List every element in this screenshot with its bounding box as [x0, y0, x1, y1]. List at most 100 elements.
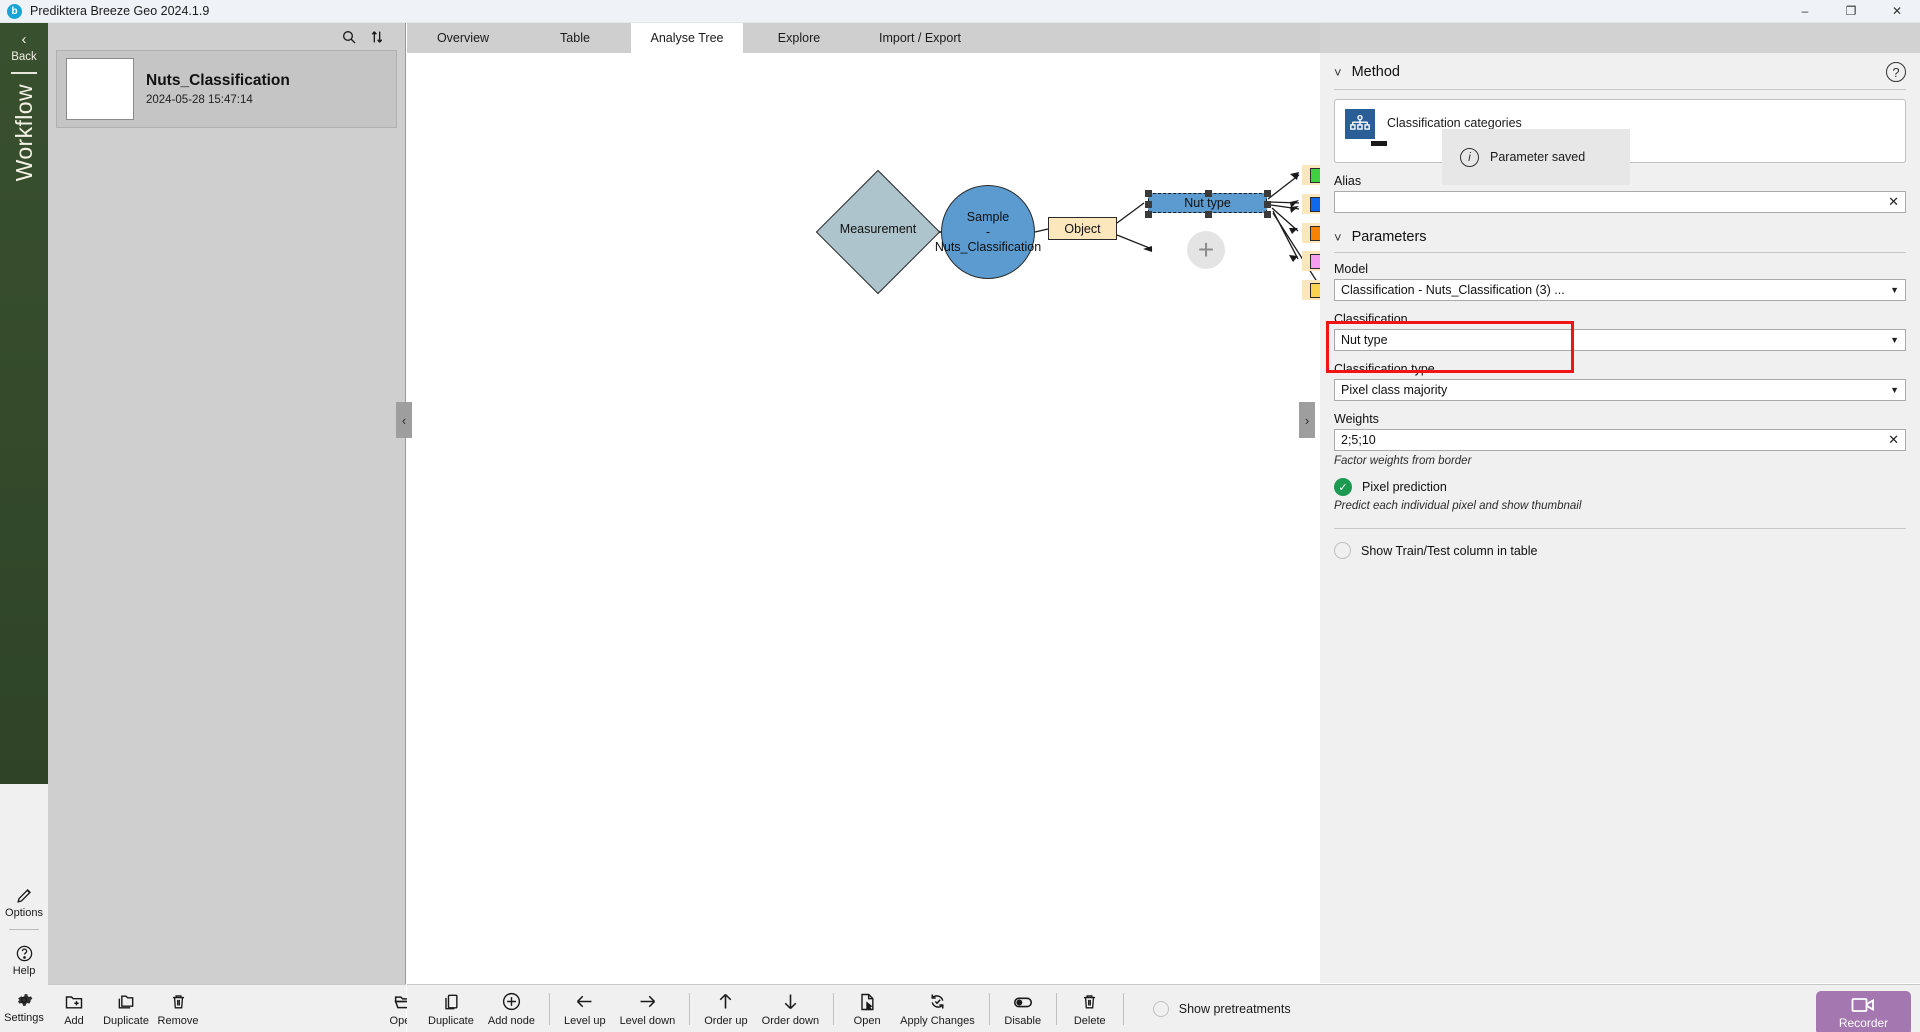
weights-hint: Factor weights from border [1334, 455, 1906, 467]
order-down-button[interactable]: Order down [755, 986, 826, 1032]
node-measurement[interactable]: Measurement [834, 188, 922, 276]
tab-table[interactable]: Table [519, 23, 631, 53]
order-down-label: Order down [762, 1015, 819, 1027]
method-section-header[interactable]: ˅ Method ? [1334, 62, 1906, 82]
clear-icon[interactable]: ✕ [1888, 432, 1899, 448]
class-chip-pecan[interactable]: Pecan [1302, 251, 1320, 271]
show-train-test-checkbox[interactable]: Show Train/Test column in table [1334, 542, 1906, 559]
resize-handle-sw[interactable] [1145, 211, 1152, 218]
workflow-label[interactable]: Workflow [11, 84, 38, 181]
panel-divider [1334, 528, 1906, 529]
delete-label: Delete [1074, 1015, 1106, 1027]
show-pretreatments-toggle[interactable]: Show pretreatments [1153, 1001, 1291, 1017]
classification-select[interactable]: Nut type ▼ [1334, 329, 1906, 351]
order-up-button[interactable]: Order up [697, 986, 754, 1032]
resize-handle-n[interactable] [1205, 190, 1212, 197]
tab-import-export[interactable]: Import / Export [855, 23, 985, 53]
back-chevron-icon: ‹ [21, 32, 26, 48]
tab-analyse-tree[interactable]: Analyse Tree [631, 23, 743, 53]
node-object[interactable]: Object [1048, 217, 1117, 240]
app-logo-icon: b [7, 4, 22, 19]
sample-label-line3: Nuts_Classification [935, 240, 1041, 255]
duplicate-node-label: Duplicate [428, 1015, 474, 1027]
classification-label: Classification [1334, 312, 1906, 326]
parameters-section-header[interactable]: ˅ Parameters [1334, 229, 1906, 245]
add-button[interactable]: Add [48, 986, 100, 1032]
add-label: Add [64, 1015, 84, 1027]
resize-handle-e[interactable] [1264, 201, 1271, 208]
classification-value: Nut type [1341, 333, 1890, 347]
class-color-swatch [1310, 226, 1320, 241]
folder-plus-icon [64, 991, 84, 1013]
title-bar: b Prediktera Breeze Geo 2024.1.9 – ❐ ✕ [0, 0, 1920, 23]
parameters-section-title: Parameters [1352, 229, 1427, 245]
toolbar-separator [549, 993, 550, 1025]
sort-icon[interactable] [369, 29, 385, 45]
add-node-placeholder-1[interactable]: + [1187, 231, 1225, 269]
node-nut-type[interactable]: Nut type [1148, 193, 1267, 213]
radio-off-icon [1153, 1001, 1169, 1017]
class-chip-walnut[interactable]: Walnut [1302, 280, 1320, 300]
tab-explore[interactable]: Explore [743, 23, 855, 53]
pixel-prediction-checkbox[interactable]: ✓ Pixel prediction [1334, 478, 1906, 496]
collapse-right-panel-handle[interactable]: › [1299, 402, 1315, 438]
toolbar-separator [1056, 993, 1057, 1025]
analyse-tree-canvas[interactable]: Measurement Sample - Nuts_Classification… [407, 53, 1320, 983]
rail-item-help[interactable]: Help [0, 942, 48, 977]
class-chip-hazelnut[interactable]: Hazelnut [1302, 223, 1320, 243]
class-chip-almond[interactable]: Almond [1302, 165, 1320, 185]
disable-button[interactable]: Disable [997, 986, 1049, 1032]
duplicate-node-button[interactable]: Duplicate [421, 986, 481, 1032]
back-button[interactable]: ‹ Back [11, 32, 37, 63]
resize-handle-ne[interactable] [1264, 190, 1271, 197]
level-down-button[interactable]: Level down [613, 986, 683, 1032]
delete-button[interactable]: Delete [1064, 986, 1116, 1032]
rail-item-settings[interactable]: Settings [0, 989, 48, 1024]
info-icon: i [1460, 148, 1479, 167]
rail-divider [9, 929, 39, 930]
dataset-panel-toolbar [48, 23, 405, 50]
level-up-label: Level up [564, 1015, 606, 1027]
toast-notification: i Parameter saved [1442, 129, 1630, 185]
remove-button[interactable]: Remove [152, 986, 204, 1032]
list-item[interactable]: Nuts_Classification 2024-05-28 15:47:14 [56, 50, 397, 128]
classification-type-value: Pixel class majority [1341, 383, 1890, 397]
maximize-button[interactable]: ❐ [1828, 0, 1874, 23]
tab-overview[interactable]: Overview [407, 23, 519, 53]
search-icon[interactable] [341, 29, 357, 45]
level-down-label: Level down [620, 1015, 676, 1027]
resize-handle-se[interactable] [1264, 211, 1271, 218]
add-node-button[interactable]: Add node [481, 986, 542, 1032]
close-button[interactable]: ✕ [1874, 0, 1920, 23]
resize-handle-s[interactable] [1205, 211, 1212, 218]
class-chip-shell[interactable]: Shell [1302, 194, 1320, 214]
level-up-button[interactable]: Level up [557, 986, 613, 1032]
node-sample[interactable]: Sample - Nuts_Classification [941, 185, 1035, 279]
add-node-label: Add node [488, 1015, 535, 1027]
clear-icon[interactable]: ✕ [1888, 194, 1899, 210]
apply-changes-button[interactable]: Apply Changes [893, 986, 982, 1032]
alias-field[interactable]: ✕ [1334, 191, 1906, 213]
rail-item-settings-label: Settings [4, 1012, 44, 1024]
dataset-list: Nuts_Classification 2024-05-28 15:47:14 [48, 50, 405, 128]
recorder-label: Recorder [1839, 1016, 1888, 1030]
resize-handle-nw[interactable] [1145, 190, 1152, 197]
rail-item-options[interactable]: Options [0, 884, 48, 919]
show-train-test-label: Show Train/Test column in table [1361, 544, 1537, 558]
model-select[interactable]: Classification - Nuts_Classification (3)… [1334, 279, 1906, 301]
classification-type-select[interactable]: Pixel class majority ▼ [1334, 379, 1906, 401]
collapse-left-panel-handle[interactable]: ‹ [396, 402, 412, 438]
resize-handle-w[interactable] [1145, 201, 1152, 208]
question-circle-icon [15, 942, 34, 964]
class-color-swatch [1310, 283, 1320, 298]
class-color-swatch [1310, 197, 1320, 212]
minimize-button[interactable]: – [1782, 0, 1828, 23]
recorder-button[interactable]: Recorder [1816, 991, 1911, 1032]
left-rail: ‹ Back Workflow [0, 23, 48, 784]
weights-field[interactable]: 2;5;10 ✕ [1334, 429, 1906, 451]
open-node-button[interactable]: Open [841, 986, 893, 1032]
help-icon[interactable]: ? [1886, 62, 1906, 82]
analyse-tree-toolbar: Duplicate Add node Level up [407, 984, 1920, 1032]
classification-type-label: Classification type [1334, 362, 1906, 376]
duplicate-button[interactable]: Duplicate [100, 986, 152, 1032]
